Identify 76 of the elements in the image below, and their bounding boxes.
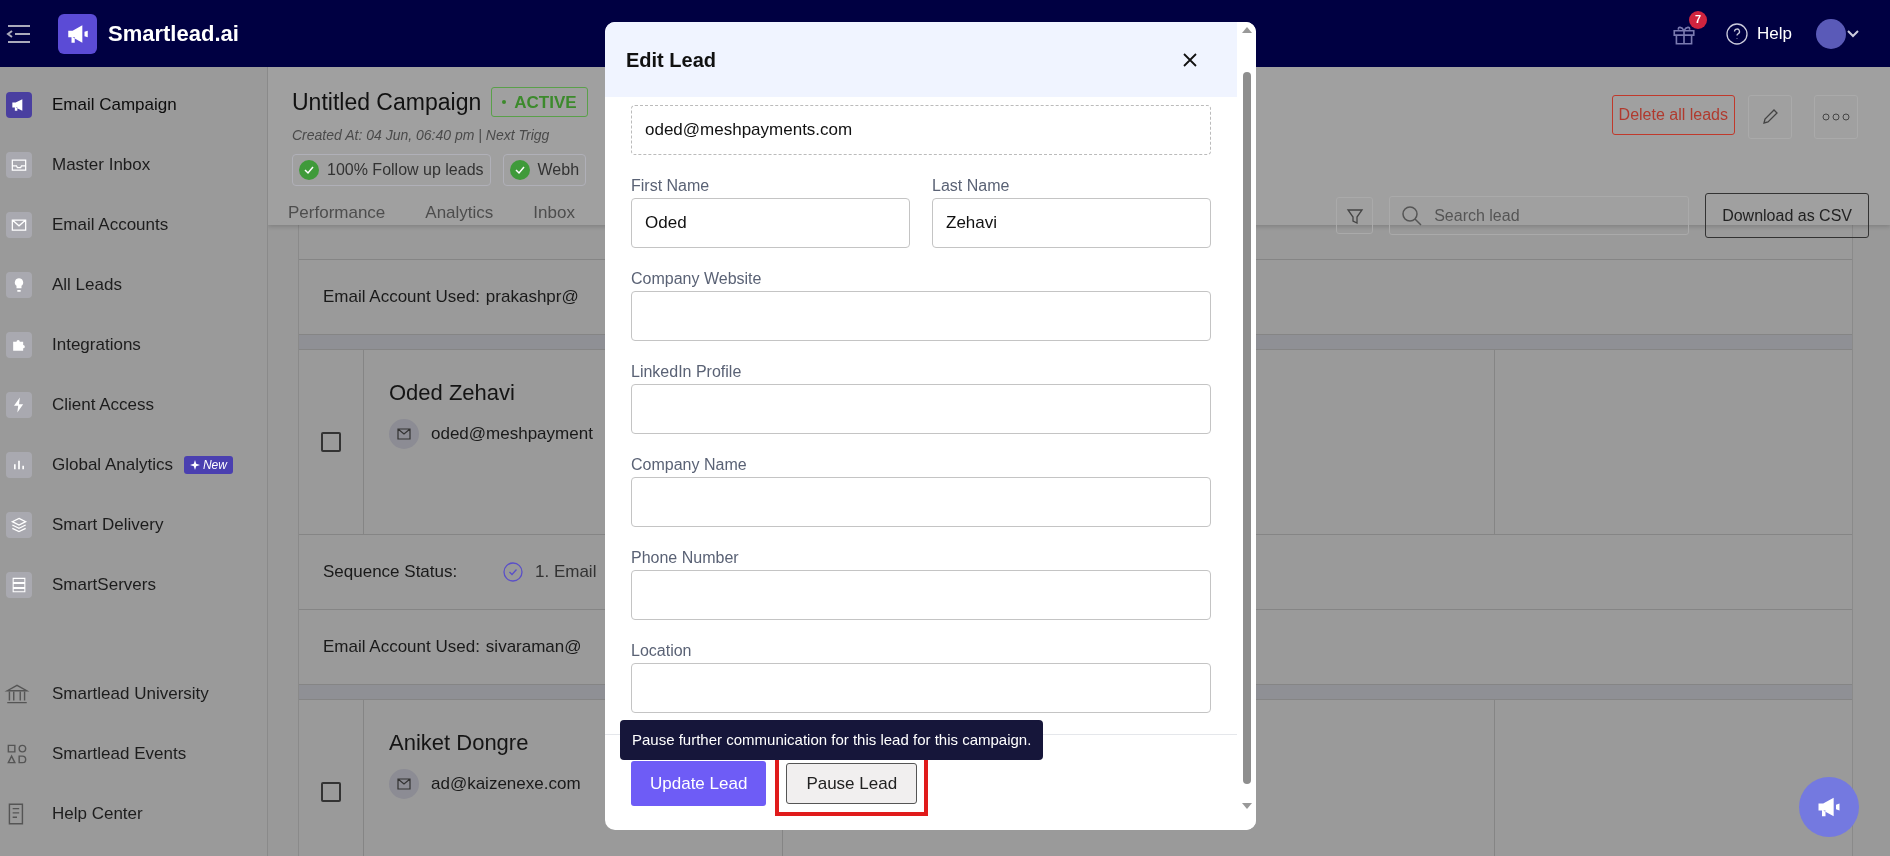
sidebar-item[interactable]: Smartlead Events — [0, 724, 267, 784]
email-address: ad@kaizenexe.com — [431, 773, 581, 796]
field-label: Email Account Used: — [323, 636, 480, 659]
edit-button[interactable] — [1748, 95, 1792, 139]
new-badge: New — [183, 456, 233, 474]
close-icon — [1183, 52, 1197, 67]
check-circle-icon — [509, 159, 530, 180]
sidebar-item[interactable]: Client Access — [0, 375, 267, 435]
text-field[interactable] — [631, 384, 1211, 434]
email-address: prakashpr@ — [485, 286, 579, 309]
download-csv-button[interactable]: Download as CSV — [1705, 193, 1869, 238]
envelope-icon — [389, 769, 419, 799]
up-arrow-icon — [1241, 26, 1252, 34]
help-link[interactable]: Help — [1725, 20, 1792, 47]
down-arrow-icon — [1241, 802, 1252, 810]
pencil-icon — [1760, 107, 1780, 127]
checkbox[interactable] — [321, 782, 341, 802]
avatar[interactable] — [1816, 18, 1846, 49]
status-badge: ACTIVE — [491, 87, 588, 118]
text-field[interactable] — [631, 570, 1211, 620]
check-circle-icon — [503, 562, 523, 582]
sidebar-item[interactable]: All Leads — [0, 255, 267, 315]
text-field[interactable]: Zehavi — [932, 198, 1211, 248]
dialog-title: Edit Lead — [626, 47, 716, 73]
sidebar-item[interactable]: Help Center — [0, 784, 267, 844]
tooltip: Pause further communication for this lead for this campaign. — [620, 720, 1044, 760]
tab[interactable]: Performance — [288, 199, 386, 225]
dialog-button[interactable]: Pause Lead — [786, 763, 918, 804]
field-label: Last Name — [932, 176, 1011, 196]
search-field[interactable]: Search lead — [1389, 196, 1690, 235]
status-chip: 100% Follow up leads — [292, 153, 491, 186]
text-field[interactable] — [631, 663, 1211, 713]
sidebar-item[interactable]: Master Inbox — [0, 135, 267, 195]
field-label: Email Account Used: — [323, 286, 480, 309]
envelope-icon — [389, 419, 419, 449]
sidebar-item[interactable]: Email Accounts — [0, 195, 267, 255]
field-label: Sequence Status: — [323, 561, 459, 584]
sidebar-item[interactable]: Global Analytics New — [0, 435, 267, 495]
check-circle-icon — [299, 159, 319, 180]
sidebar-item[interactable]: Integrations — [0, 315, 267, 375]
campaign-title: Untitled Campaign — [292, 88, 482, 117]
sidebar-item[interactable]: SmartServers — [0, 555, 267, 615]
field-label: Company Website — [631, 269, 763, 289]
field-label: Location — [631, 641, 693, 661]
lead-name: Oded Zehavi — [389, 379, 515, 407]
notification-count: 7 — [1689, 10, 1708, 29]
text-field[interactable] — [631, 477, 1211, 527]
scrollbar-thumb[interactable] — [1242, 72, 1251, 784]
dots-icon — [1822, 113, 1850, 121]
status-chip: Webh — [502, 153, 587, 186]
more-options-button[interactable] — [1814, 95, 1858, 139]
field-label: Company Name — [631, 455, 748, 475]
help-icon — [1725, 21, 1750, 46]
text-field[interactable]: Oded — [631, 198, 910, 248]
brand-name: Smartlead.ai — [108, 20, 239, 48]
email-address: sivaraman@ — [485, 636, 582, 659]
field-label: LinkedIn Profile — [631, 362, 743, 382]
sidebar-item[interactable]: Smart Delivery — [0, 495, 267, 555]
sidebar-item[interactable]: Smartlead University — [0, 664, 267, 724]
field-label: First Name — [631, 176, 711, 196]
sequence-step: 1. Email — [535, 559, 597, 585]
sparkle-icon — [189, 460, 200, 470]
menu-icon — [6, 22, 32, 45]
tab[interactable]: Inbox — [533, 199, 575, 225]
lead-name: Aniket Dongre — [389, 729, 529, 757]
tab[interactable]: Analytics — [425, 199, 494, 225]
checkbox[interactable] — [321, 432, 341, 452]
sidebar-item[interactable]: Email Campaign — [0, 75, 267, 135]
search-icon — [1401, 205, 1424, 227]
layers-icon — [9, 515, 29, 535]
text-field[interactable]: oded@meshpayments.com — [631, 105, 1211, 155]
campaign-meta: Created At: 04 Jun, 06:40 pm | Next Trigg — [292, 125, 550, 145]
field-label: Phone Number — [631, 548, 740, 568]
dialog-button[interactable]: Update Lead — [631, 761, 767, 806]
text-field[interactable] — [631, 291, 1211, 341]
email-address: oded@meshpayment — [431, 423, 593, 446]
